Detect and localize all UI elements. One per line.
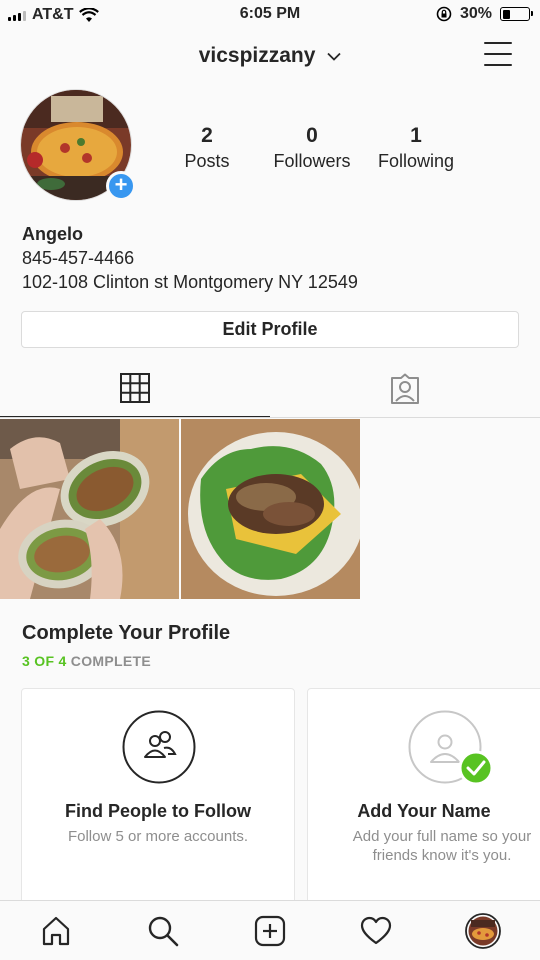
people-icon (122, 710, 196, 784)
nav-profile[interactable] (465, 913, 501, 949)
posts-label: Posts (184, 151, 230, 171)
find-people-card[interactable]: Find People to Follow Follow 5 or more a… (21, 688, 295, 918)
menu-icon[interactable] (484, 42, 512, 66)
username-switcher[interactable]: vicspizzany (0, 44, 540, 68)
orientation-lock-icon (436, 6, 452, 22)
add-post-icon (254, 915, 286, 947)
followers-label: Followers (273, 151, 351, 171)
tab-grid[interactable] (0, 360, 270, 418)
profile-avatar[interactable]: + (20, 89, 136, 205)
nav-home[interactable] (38, 913, 74, 949)
profile-header: vicspizzany (0, 30, 540, 80)
add-story-icon[interactable]: + (106, 171, 136, 201)
card-title: Add Your Name (357, 801, 491, 821)
stat-following[interactable]: 1 Following (373, 124, 459, 172)
post-grid (0, 419, 540, 599)
followers-count: 0 (306, 124, 318, 147)
username: vicspizzany (198, 44, 316, 67)
screen: AT&T 6:05 PM 30% vicspizzany + 2 Posts 0… (0, 0, 540, 960)
stat-followers[interactable]: 0 Followers (268, 124, 356, 172)
add-name-card[interactable]: Add Your Name Add your full name so your… (307, 688, 540, 918)
status-bar: AT&T 6:05 PM 30% (0, 0, 540, 30)
home-icon (42, 916, 70, 946)
complete-profile-title: Complete Your Profile (22, 622, 231, 644)
tab-tagged[interactable] (270, 360, 540, 418)
profile-tabs (0, 360, 540, 418)
card-description: Add your full name so your friends know … (352, 828, 532, 864)
tagged-icon (391, 373, 419, 404)
edit-profile-button[interactable]: Edit Profile (21, 311, 519, 348)
complete-profile-progress: 3 OF 4 COMPLETE (22, 653, 151, 669)
battery-icon (500, 7, 533, 21)
user-icon (408, 710, 494, 786)
progress-count: 3 OF 4 (22, 653, 67, 669)
nav-search[interactable] (145, 913, 181, 949)
bottom-nav (0, 900, 540, 960)
posts-count: 2 (201, 124, 213, 147)
following-count: 1 (410, 124, 422, 147)
profile-avatar-icon (465, 913, 501, 949)
tab-divider (0, 417, 540, 418)
post-thumbnail[interactable] (0, 419, 179, 599)
chevron-down-icon (327, 52, 341, 61)
heart-icon (360, 916, 392, 945)
battery-percent: 30% (459, 5, 492, 22)
profile-phone: 845-457-4466 (22, 248, 135, 268)
progress-suffix: COMPLETE (70, 653, 151, 669)
post-thumbnail[interactable] (181, 419, 360, 599)
search-icon (148, 916, 179, 947)
nav-activity[interactable] (358, 913, 394, 949)
card-title: Find People to Follow (65, 801, 251, 821)
profile-bio: Angelo 845-457-4466 102-108 Clinton st M… (22, 222, 358, 294)
stat-posts[interactable]: 2 Posts (182, 124, 232, 172)
grid-icon (120, 373, 150, 403)
following-label: Following (377, 151, 455, 171)
card-description: Follow 5 or more accounts. (67, 828, 249, 845)
profile-name: Angelo (22, 224, 83, 244)
profile-address: 102-108 Clinton st Montgomery NY 12549 (22, 272, 358, 292)
nav-new-post[interactable] (252, 913, 288, 949)
